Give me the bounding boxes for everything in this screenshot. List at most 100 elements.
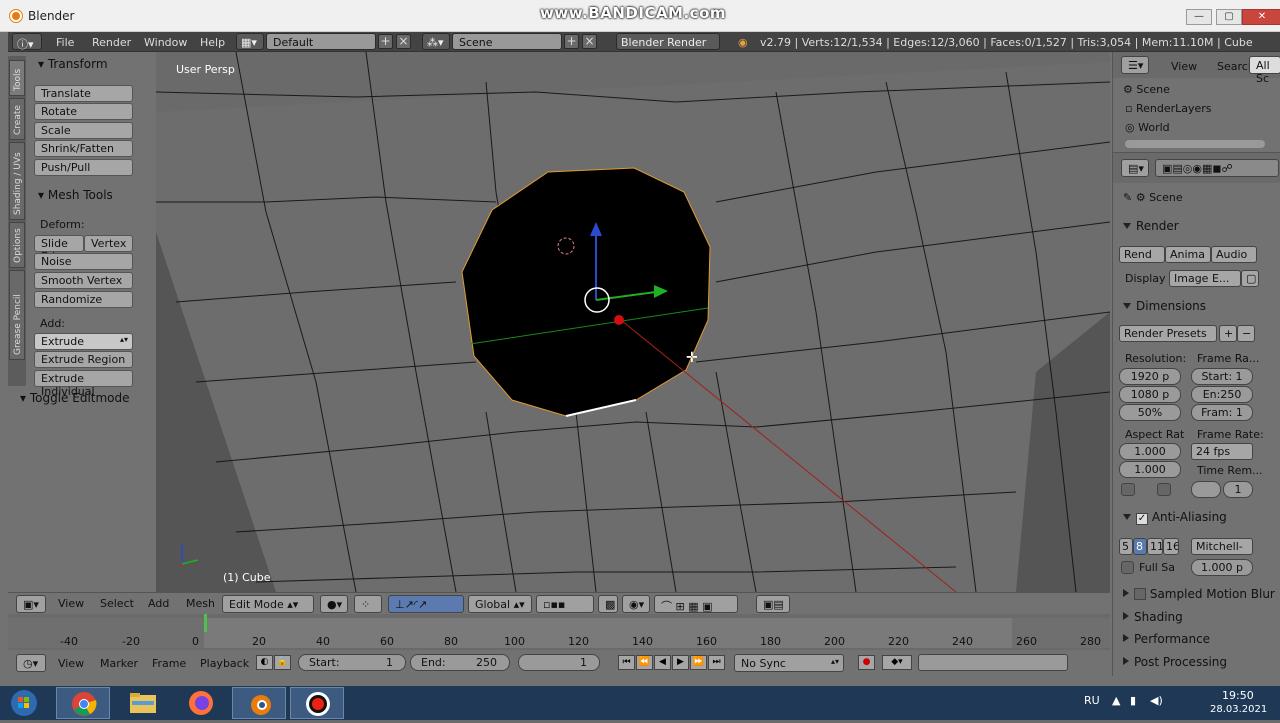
range-toggle-icon[interactable]: ◐	[256, 655, 273, 670]
keying-set-field[interactable]	[918, 654, 1068, 671]
menu-select[interactable]: Select	[96, 595, 138, 613]
extrude-dropdown[interactable]: Extrude ▴▾	[34, 333, 133, 350]
viewport-shading-icon[interactable]: ●▾	[320, 595, 348, 613]
close-button[interactable]: ✕	[1242, 9, 1280, 25]
menu-render[interactable]: Render	[92, 36, 131, 49]
menu-window[interactable]: Window	[144, 36, 187, 49]
start-button[interactable]	[0, 687, 52, 719]
render-still-button[interactable]: Rend	[1119, 246, 1165, 263]
render-preview-icons[interactable]: ▣▤	[756, 595, 790, 613]
filter-size-field[interactable]: 1.000 p	[1191, 559, 1253, 576]
current-frame-field[interactable]: 1	[518, 654, 600, 671]
shading-section-header[interactable]: Shading	[1123, 610, 1183, 624]
jump-start-icon[interactable]: ⏮	[618, 655, 635, 670]
display-window-icon[interactable]: ▢	[1241, 270, 1259, 287]
outliner-item-world[interactable]: ◎ World	[1125, 121, 1170, 134]
orientation-dropdown[interactable]: Global ▴▾	[468, 595, 532, 613]
chrome-taskbar-icon[interactable]	[56, 687, 110, 719]
add-scene-icon[interactable]: +	[564, 34, 579, 49]
remove-scene-icon[interactable]: ×	[582, 34, 597, 49]
menu-help[interactable]: Help	[200, 36, 225, 49]
firefox-taskbar-icon[interactable]	[174, 687, 228, 719]
sampled-motion-blur-header[interactable]: Sampled Motion Blur	[1123, 587, 1275, 601]
remove-layout-icon[interactable]: ×	[396, 34, 411, 49]
proportional-edit-icon[interactable]: ◉▾	[622, 595, 650, 613]
tab-shading-uvs[interactable]: Shading / UVs	[9, 142, 25, 220]
limit-selection-icon[interactable]: ▩	[598, 595, 618, 613]
sync-dropdown[interactable]: No Sync ▴▾	[734, 654, 844, 672]
properties-context-icons[interactable]: ▣▤◎◉▦◼☍	[1155, 159, 1279, 177]
render-animation-button[interactable]: Anima	[1165, 246, 1211, 263]
select-mode-icons[interactable]: ▫▪▪	[536, 595, 594, 613]
editor-type-3d-icon[interactable]: ▣▾	[16, 595, 46, 613]
dimensions-section-header[interactable]: Dimensions	[1123, 299, 1206, 313]
jump-end-icon[interactable]: ⏭	[708, 655, 725, 670]
clock-time[interactable]: 19:50	[1222, 689, 1254, 702]
aspect-x-field[interactable]: 1.000	[1119, 443, 1181, 460]
scene-field[interactable]: Scene	[452, 33, 562, 50]
render-section-header[interactable]: Render	[1123, 219, 1179, 233]
frame-step-field[interactable]: Fram: 1	[1191, 404, 1253, 421]
resolution-percent-field[interactable]: 50%	[1119, 404, 1181, 421]
frame-start-field[interactable]: Start: 1	[1191, 368, 1253, 385]
fps-dropdown[interactable]: 24 fps	[1191, 443, 1253, 460]
resolution-y-field[interactable]: 1080 p	[1119, 386, 1181, 403]
scene-icon[interactable]: ⁂▾	[422, 33, 450, 50]
vertex-slide-button[interactable]: Vertex	[84, 235, 133, 252]
manipulator-icons[interactable]: ⊥↗◜↗	[388, 595, 464, 613]
translate-button[interactable]: Translate	[34, 85, 133, 102]
time-remap-new-field[interactable]: 1	[1223, 481, 1253, 498]
play-reverse-icon[interactable]: ◀	[654, 655, 671, 670]
tray-arrow-icon[interactable]: ▲	[1112, 694, 1120, 707]
maximize-button[interactable]: ▢	[1216, 9, 1242, 25]
render-audio-button[interactable]: Audio	[1211, 246, 1257, 263]
outliner-filter-dropdown[interactable]: All Sc	[1249, 56, 1280, 85]
end-frame-field[interactable]: End: 250	[410, 654, 510, 671]
menu-add[interactable]: Add	[144, 595, 173, 613]
toggle-editmode-panel-header[interactable]: ▾ Toggle Editmode	[20, 391, 130, 405]
scale-button[interactable]: Scale	[34, 122, 133, 139]
menu-file[interactable]: File	[56, 36, 74, 49]
time-remap-old-field[interactable]	[1191, 481, 1221, 498]
post-processing-section-header[interactable]: Post Processing	[1123, 655, 1227, 669]
render-engine-dropdown[interactable]: Blender Render ▴▾	[616, 33, 720, 62]
shrink-fatten-button[interactable]: Shrink/Fatten	[34, 140, 133, 157]
editor-type-properties-icon[interactable]: ▤▾	[1121, 159, 1149, 177]
layout-field[interactable]: Default	[266, 33, 376, 50]
slide-edge-button[interactable]: Slide Ed	[34, 235, 84, 263]
aa-samples-11[interactable]: 11	[1147, 538, 1163, 555]
border-checkbox[interactable]	[1121, 483, 1135, 496]
lock-icon[interactable]: 🔒	[274, 655, 291, 670]
explorer-taskbar-icon[interactable]	[116, 687, 170, 719]
network-icon[interactable]: ▮	[1130, 694, 1136, 707]
timeline-menu-frame[interactable]: Frame	[148, 655, 190, 673]
mode-dropdown[interactable]: Edit Mode ▴▾	[222, 595, 314, 613]
mesh-tools-panel-header[interactable]: ▾ Mesh Tools	[38, 188, 113, 202]
aa-samples-16[interactable]: 16	[1163, 538, 1179, 555]
timeline-menu-view[interactable]: View	[54, 655, 88, 673]
outliner-item-renderlayers[interactable]: ▫ RenderLayers	[1125, 102, 1212, 115]
layout-grid-icon[interactable]: ▦▾	[236, 33, 264, 50]
blender-taskbar-icon[interactable]	[232, 687, 286, 719]
timeline-menu-marker[interactable]: Marker	[96, 655, 142, 673]
add-layout-icon[interactable]: +	[378, 34, 393, 49]
jump-next-keyframe-icon[interactable]: ⏩	[690, 655, 707, 670]
remove-preset-icon[interactable]: −	[1237, 325, 1255, 342]
push-pull-button[interactable]: Push/Pull	[34, 159, 133, 176]
rotate-button[interactable]: Rotate	[34, 103, 133, 120]
snap-icons[interactable]: ⌒ ⊞ ▦ ▣	[654, 595, 738, 613]
menu-view[interactable]: View	[54, 595, 88, 613]
anti-aliasing-section-header[interactable]: ✓ Anti-Aliasing	[1123, 510, 1227, 525]
noise-button[interactable]: Noise	[34, 253, 133, 270]
frame-end-field[interactable]: En:250	[1191, 386, 1253, 403]
clock-date[interactable]: 28.03.2021	[1210, 704, 1267, 715]
randomize-button[interactable]: Randomize	[34, 291, 133, 308]
language-indicator[interactable]: RU	[1084, 694, 1100, 707]
3d-viewport[interactable]: ✛ User Persp (1) Cube	[156, 52, 1110, 592]
tab-create[interactable]: Create	[9, 98, 25, 140]
render-presets-dropdown[interactable]: Render Presets	[1119, 325, 1217, 342]
menu-mesh[interactable]: Mesh	[182, 595, 219, 613]
play-icon[interactable]: ▶	[672, 655, 689, 670]
timeline[interactable]: -40 -20 0 20 40 60 80 100 120 140 160 18…	[8, 614, 1110, 650]
volume-icon[interactable]: ◀)	[1150, 694, 1163, 707]
